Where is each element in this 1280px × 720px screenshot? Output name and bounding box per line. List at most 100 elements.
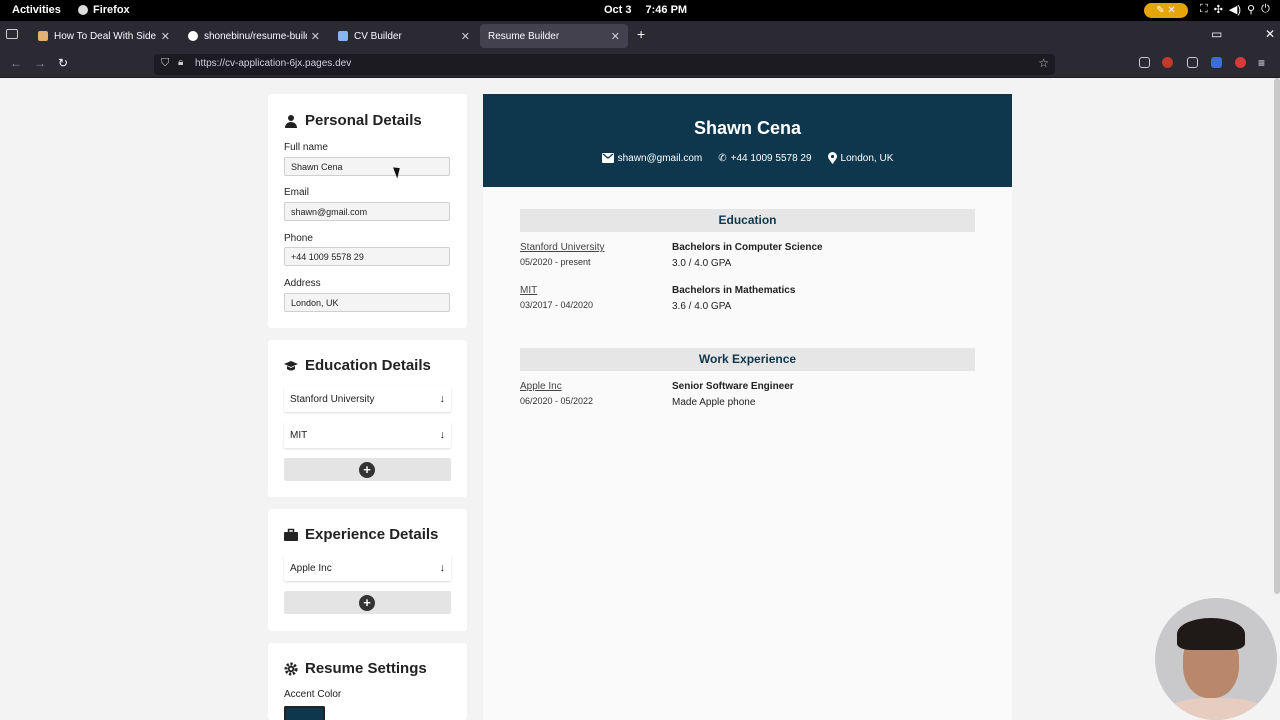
firefox-icon: [78, 5, 88, 15]
app-menu[interactable]: Firefox: [78, 4, 130, 16]
tab-side-effects[interactable]: How To Deal With Side Ef ✕: [30, 24, 178, 48]
school-name: Stanford University: [520, 242, 605, 253]
graduation-cap-icon: [284, 360, 298, 370]
job-title: Senior Software Engineer: [672, 381, 794, 392]
email-label: Email: [284, 187, 310, 198]
tab-resume-builder[interactable]: Resume Builder ✕: [480, 24, 628, 48]
resume-contact-row: shawn@gmail.com ✆ +44 1009 5578 29 Londo…: [483, 152, 1012, 164]
window-close-button[interactable]: ✕: [1265, 27, 1275, 41]
add-icon: +: [359, 462, 375, 478]
extension-icon[interactable]: [1162, 57, 1173, 68]
add-education-button[interactable]: +: [284, 458, 451, 481]
tab-title: shonebinu/resume-builde: [204, 30, 307, 42]
clock[interactable]: Oct 3 7:46 PM: [604, 4, 687, 16]
phone-label: Phone: [284, 233, 313, 244]
personal-details-heading: Personal Details: [284, 112, 422, 129]
screen-recording-indicator[interactable]: ✎ ✕: [1144, 3, 1188, 18]
new-tab-button[interactable]: +: [637, 26, 645, 42]
location-icon: ⚲: [1247, 4, 1256, 16]
accessibility-icon: ✣: [1213, 4, 1223, 16]
education-item-stanford[interactable]: Stanford University ↓: [284, 386, 451, 412]
url-text[interactable]: https://cv-application-6jx.pages.dev: [195, 58, 351, 69]
degree: Bachelors in Computer Science: [672, 242, 823, 253]
school-name: MIT: [520, 285, 538, 296]
page-scrollbar[interactable]: [1274, 78, 1280, 594]
resume-address: London, UK: [827, 152, 894, 164]
tracking-shield-icon[interactable]: ⛉: [161, 57, 169, 70]
experience-item-label: Apple Inc: [290, 562, 332, 574]
webcam-person-hair: [1177, 618, 1245, 650]
full-name-input[interactable]: [284, 157, 450, 176]
work-section-title: Work Experience: [520, 348, 975, 371]
navigation-toolbar: ← → ↻ ⛉ 🔒︎ https://cv-application-6jx.pa…: [0, 51, 1280, 78]
phone-input[interactable]: [284, 247, 450, 266]
document-favicon-icon: [338, 31, 348, 41]
tab-title: CV Builder: [354, 30, 402, 42]
education-item-label: MIT: [290, 429, 308, 441]
activities-button[interactable]: Activities: [12, 4, 61, 16]
education-dates: 03/2017 - 04/2020: [520, 300, 594, 310]
education-item-mit[interactable]: MIT ↓: [284, 422, 451, 448]
chevron-down-icon: ↓: [439, 393, 446, 405]
clock-date: Oct 3: [604, 4, 632, 16]
pill-close-label: ✕: [1167, 5, 1176, 16]
webcam-person-shirt: [1165, 698, 1267, 720]
window-tabs-icon[interactable]: ▭: [1211, 27, 1222, 41]
webcam-overlay: [1155, 598, 1277, 720]
system-menu[interactable]: ⛶ ✣ ◀) ⚲ ⏻: [1200, 3, 1270, 16]
gpa: 3.6 / 4.0 GPA: [672, 301, 732, 312]
heading-text: Experience Details: [305, 526, 439, 543]
accent-color-label: Accent Color: [284, 689, 342, 700]
address-input[interactable]: [284, 293, 450, 312]
owl-favicon-icon: [38, 31, 48, 41]
chevron-down-icon: ↓: [439, 429, 446, 441]
resume-email: shawn@gmail.com: [601, 152, 702, 164]
tab-github[interactable]: shonebinu/resume-builde ✕: [180, 24, 328, 48]
back-arrow-icon[interactable]: ←: [10, 56, 22, 70]
add-experience-button[interactable]: +: [284, 591, 451, 614]
record-extension-icon[interactable]: [1235, 57, 1246, 68]
resume-name: Shawn Cena: [693, 118, 802, 138]
gpa: 3.0 / 4.0 GPA: [672, 258, 732, 269]
extensions-puzzle-icon[interactable]: [1187, 57, 1198, 68]
address-label: Address: [284, 278, 321, 289]
forward-arrow-icon[interactable]: →: [34, 56, 46, 70]
app-name: Firefox: [93, 4, 130, 16]
resume-phone: ✆ +44 1009 5578 29: [718, 152, 811, 164]
tab-close-icon[interactable]: ✕: [461, 30, 470, 43]
chevron-down-icon: ↓: [439, 562, 446, 574]
add-icon: +: [359, 595, 375, 611]
resume-preview: Shawn Cena shawn@gmail.com ✆ +44 1009 55…: [483, 94, 1012, 720]
shield-extension-icon[interactable]: [1211, 57, 1222, 68]
email-input[interactable]: [284, 202, 450, 221]
tab-close-icon[interactable]: ✕: [161, 30, 170, 43]
full-name-label: Full name: [284, 142, 328, 153]
degree: Bachelors in Mathematics: [672, 285, 796, 296]
heading-text: Personal Details: [305, 112, 422, 129]
list-all-tabs-icon[interactable]: [6, 29, 18, 39]
resume-phone-text: +44 1009 5578 29: [730, 152, 812, 164]
company-name: Apple Inc: [520, 381, 562, 392]
accent-color-picker[interactable]: [284, 706, 325, 720]
tab-close-icon[interactable]: ✕: [311, 30, 320, 43]
url-bar[interactable]: ⛉ 🔒︎ https://cv-application-6jx.pages.de…: [154, 54, 1055, 75]
tab-close-icon[interactable]: ✕: [611, 30, 620, 43]
person-icon: [285, 114, 297, 128]
education-details-card: Education Details Stanford University ↓ …: [268, 340, 467, 497]
location-pin-icon: [827, 152, 837, 164]
resume-settings-card: Resume Settings Accent Color: [268, 643, 467, 720]
experience-details-card: Experience Details Apple Inc ↓ +: [268, 509, 467, 631]
reload-icon[interactable]: ↻: [58, 56, 68, 70]
job-description: Made Apple phone: [672, 397, 756, 408]
education-item-label: Stanford University: [290, 393, 375, 405]
tab-cv-builder[interactable]: CV Builder ✕: [330, 24, 478, 48]
menu-hamburger-icon[interactable]: ≡: [1258, 56, 1265, 70]
briefcase-icon: [284, 528, 298, 541]
pocket-icon[interactable]: [1139, 57, 1150, 68]
bookmark-star-icon[interactable]: ☆: [1038, 56, 1049, 70]
experience-item-apple[interactable]: Apple Inc ↓: [284, 555, 451, 581]
experience-details-heading: Experience Details: [284, 526, 438, 543]
email-icon: [601, 153, 614, 163]
lock-icon[interactable]: 🔒︎: [178, 57, 183, 68]
resume-address-text: London, UK: [840, 152, 894, 164]
